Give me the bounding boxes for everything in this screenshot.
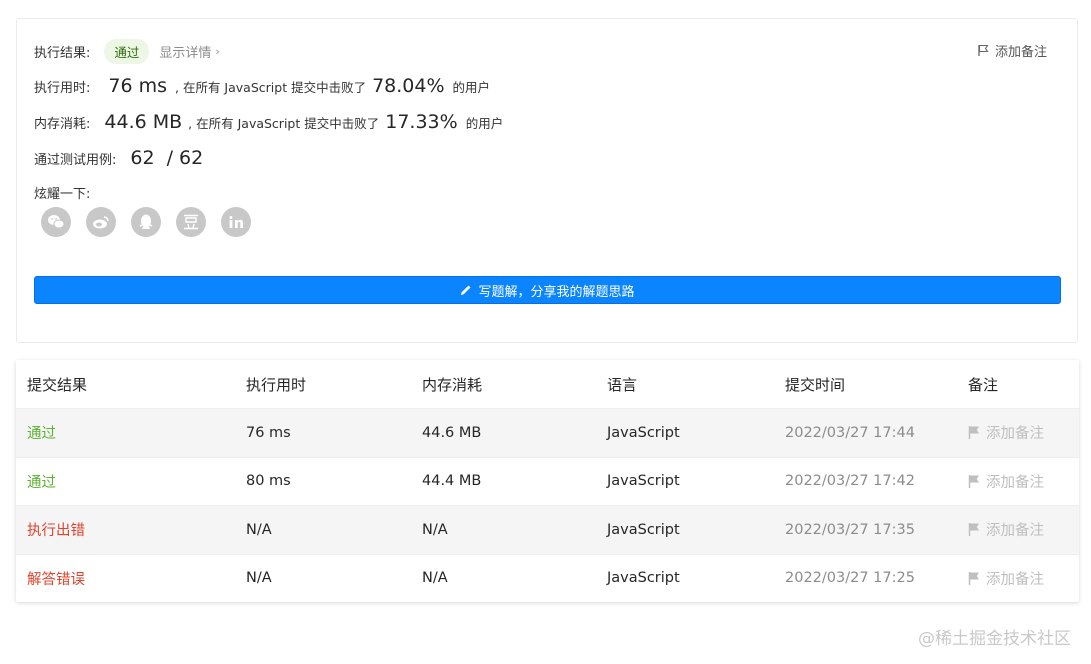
row-language: JavaScript [607,473,680,490]
row-language: JavaScript [607,424,680,441]
runtime-users-text: 的用户 [452,79,491,95]
row-memory: N/A [422,570,448,587]
memory-beat-text: , 在所有 JavaScript 提交中击败了 [188,115,380,131]
memory-row: 内存消耗: 44.6 MB , 在所有 JavaScript 提交中击败了 17… [34,111,503,133]
row-submit-time: 2022/03/27 17:44 [785,424,915,441]
row-add-note-button[interactable]: 添加备注 [968,519,1044,540]
row-add-note-label: 添加备注 [986,474,1044,491]
row-runtime: N/A [246,521,272,538]
tests-total: 62 [178,147,204,169]
chevron-right-icon: › [215,45,220,58]
tests-label: 通过测试用例: [34,152,117,168]
share-row: 炫耀一下: [34,183,90,202]
share-icons [41,207,266,237]
row-memory: 44.6 MB [422,424,482,441]
flag-icon [978,44,989,56]
row-add-note-button[interactable]: 添加备注 [968,422,1044,443]
result-row: 执行结果: 通过 显示详情 › [34,39,220,64]
row-status-link[interactable]: 通过 [27,422,56,443]
header-runtime: 执行用时 [246,375,307,394]
write-solution-label: 写题解，分享我的解题思路 [478,284,635,300]
row-add-note-button[interactable]: 添加备注 [968,471,1044,492]
row-runtime: N/A [246,570,272,587]
watermark: @稀土掘金技术社区 [918,629,1071,649]
show-details-label: 显示详情 [159,46,212,61]
row-add-note-label: 添加备注 [986,571,1044,588]
runtime-beat-text: , 在所有 JavaScript 提交中击败了 [175,79,367,95]
row-status-link[interactable]: 通过 [27,471,56,492]
wechat-icon[interactable] [41,207,71,237]
header-memory: 内存消耗 [422,375,483,394]
runtime-row: 执行用时: 76 ms , 在所有 JavaScript 提交中击败了 78.0… [34,75,490,97]
douban-icon[interactable] [176,207,206,237]
row-add-note-button[interactable]: 添加备注 [968,568,1044,589]
row-runtime: 80 ms [246,473,291,490]
status-badge: 通过 [104,39,150,64]
header-note: 备注 [968,375,999,394]
header-result: 提交结果 [27,375,88,394]
share-label: 炫耀一下: [34,187,91,202]
row-language: JavaScript [607,521,680,538]
flag-icon [968,474,979,488]
qq-icon[interactable] [131,207,161,237]
row-add-note-label: 添加备注 [986,523,1044,540]
add-note-label: 添加备注 [994,45,1047,60]
row-add-note-label: 添加备注 [986,426,1044,443]
linkedin-icon[interactable] [221,207,251,237]
row-memory: 44.4 MB [422,473,482,490]
table-header: 提交结果 执行用时 内存消耗 语言 提交时间 备注 [16,360,1079,408]
row-language: JavaScript [607,570,680,587]
row-status-link[interactable]: 解答错误 [27,568,85,589]
memory-users-text: 的用户 [465,115,504,131]
memory-label: 内存消耗: [34,116,91,132]
memory-percentile: 17.33% [385,111,458,133]
pencil-icon [461,285,471,295]
table-row: 通过 76 ms 44.6 MB JavaScript 2022/03/27 1… [16,408,1079,457]
show-details-link[interactable]: 显示详情 › [159,42,219,61]
header-submit-time: 提交时间 [785,375,846,394]
flag-icon [968,571,979,585]
weibo-icon[interactable] [86,207,116,237]
submissions-table: 提交结果 执行用时 内存消耗 语言 提交时间 备注 通过 76 ms 44.6 … [16,360,1079,602]
flag-icon [968,426,979,440]
runtime-label: 执行用时: [34,80,91,96]
table-row: 解答错误 N/A N/A JavaScript 2022/03/27 17:25… [16,553,1079,603]
header-language: 语言 [607,375,638,394]
runtime-value: 76 ms [108,75,168,97]
write-solution-button[interactable]: 写题解，分享我的解题思路 [34,276,1061,304]
table-row: 通过 80 ms 44.4 MB JavaScript 2022/03/27 1… [16,456,1079,506]
submission-result-card: 执行结果: 通过 显示详情 › 添加备注 执行用时: 76 ms , 在所有 J… [16,18,1078,343]
row-memory: N/A [422,521,448,538]
memory-value: 44.6 MB [104,111,183,133]
flag-icon [968,523,979,537]
tests-passed: 62 [130,147,155,169]
result-label: 执行结果: [34,46,91,61]
table-row: 执行出错 N/A N/A JavaScript 2022/03/27 17:35… [16,505,1079,554]
row-submit-time: 2022/03/27 17:25 [785,570,915,587]
tests-row: 通过测试用例: 62 / 62 [34,147,203,169]
row-submit-time: 2022/03/27 17:42 [785,473,915,490]
tests-separator: / [166,147,173,169]
row-submit-time: 2022/03/27 17:35 [785,521,915,538]
add-note-button[interactable]: 添加备注 [978,41,1047,60]
row-status-link[interactable]: 执行出错 [27,519,85,540]
row-runtime: 76 ms [246,424,291,441]
runtime-percentile: 78.04% [372,75,445,97]
